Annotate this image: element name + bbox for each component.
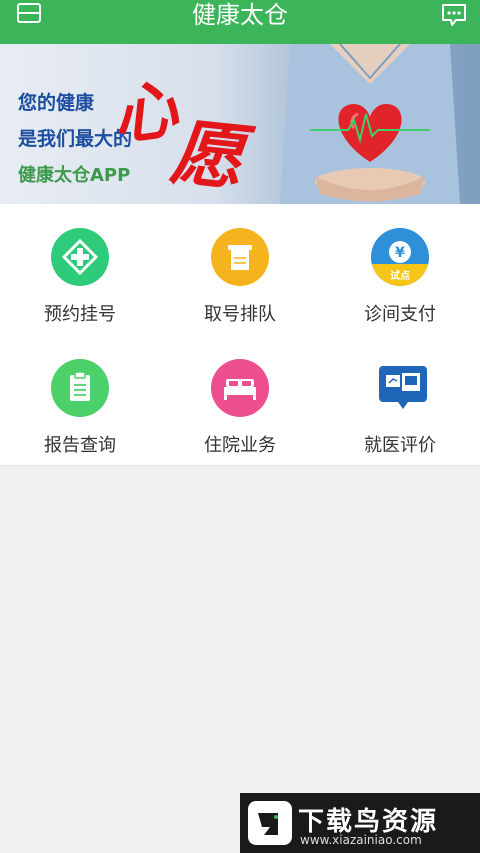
svg-text:¥: ¥ [395,245,405,261]
service-clinic-payment[interactable]: ¥ 试点 诊间支付 [320,204,480,335]
banner-line-3: 健康太仓APP [18,165,131,186]
person-holding-heart-image [280,44,460,204]
bed-icon [211,359,269,417]
ticket-icon [211,228,269,286]
service-inpatient[interactable]: 住院业务 [160,335,320,466]
chat-icon[interactable] [440,2,468,28]
report-clipboard-icon [51,359,109,417]
promo-banner[interactable]: 您的健康 是我们最大的 健康太仓APP 心 愿 [0,44,480,204]
service-report-query[interactable]: 报告查询 [0,335,160,466]
monitor-evaluation-icon [378,365,428,411]
banner-calligraphy-1: 心 [107,71,182,156]
service-grid: 预约挂号 取号排队 ¥ 试点 诊间支付 报告查询 住院业务 就医评价 [0,204,480,466]
service-label: 诊间支付 [364,304,436,325]
banner-calligraphy-2: 愿 [167,108,248,201]
top-bar: 健康太仓 [0,0,480,44]
banner-line-1: 您的健康 [18,92,95,114]
service-queue-ticket[interactable]: 取号排队 [160,204,320,335]
service-evaluation[interactable]: 就医评价 [320,335,480,466]
payment-icon: ¥ 试点 [371,228,429,286]
plus-medical-icon [51,228,109,286]
service-label: 就医评价 [364,435,436,456]
service-label: 住院业务 [204,435,276,456]
service-label: 预约挂号 [44,304,116,325]
site-watermark: 下载鸟资源 www.xiazainiao.com [240,793,480,853]
app-title: 健康太仓 [192,1,288,29]
service-label: 报告查询 [44,435,116,456]
pilot-badge: 试点 [390,269,410,282]
service-label: 取号排队 [204,304,276,325]
bird-logo-icon [248,801,292,845]
watermark-url: www.xiazainiao.com [300,833,422,847]
service-appointment[interactable]: 预约挂号 [0,204,160,335]
